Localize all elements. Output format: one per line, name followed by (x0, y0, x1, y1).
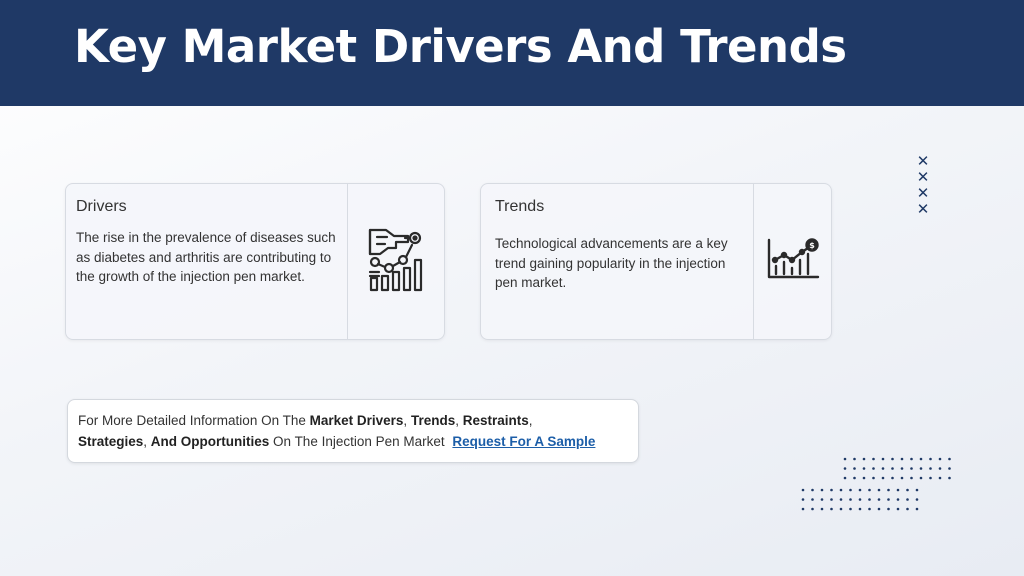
drivers-text: The rise in the prevalence of diseases s… (76, 230, 336, 284)
svg-text:$: $ (809, 241, 815, 250)
drivers-title: Drivers (76, 198, 127, 215)
bar-chart-dollar-icon: $ (766, 238, 820, 285)
info-text: For More Detailed Information On The (78, 413, 310, 428)
dot-grid-decoration (842, 456, 952, 486)
growth-chart-hand-icon (365, 226, 427, 297)
trends-card: Trends Technological advancements are a … (480, 183, 832, 340)
info-text: On The Injection Pen Market (269, 434, 445, 449)
info-callout: For More Detailed Information On The Mar… (67, 399, 639, 463)
request-sample-link[interactable]: Request For A Sample (452, 434, 595, 449)
title-banner: Key Market Drivers And Trends (0, 0, 1024, 106)
cross-icon: ✕ (916, 153, 930, 170)
info-keyword-opportunities: And Opportunities (150, 434, 270, 449)
drivers-card: Drivers The rise in the prevalence of di… (65, 183, 445, 340)
cross-icon: ✕ (916, 201, 930, 218)
info-keyword-trends: Trends (410, 413, 456, 428)
info-keyword-restraints: Restraints (462, 413, 529, 428)
info-keyword-strategies: Strategies (78, 434, 144, 449)
cross-icon: ✕ (916, 169, 930, 186)
drivers-icon-pane (347, 184, 444, 339)
info-keyword-market-drivers: Market Drivers (309, 413, 404, 428)
info-text: , (143, 434, 151, 449)
dot-grid-decoration (800, 487, 922, 517)
trends-title: Trends (495, 198, 545, 215)
cross-icon: ✕ (916, 185, 930, 202)
page-title: Key Market Drivers And Trends (74, 20, 847, 73)
trends-text: Technological advancements are a key tre… (495, 236, 728, 290)
trends-icon-pane: $ (753, 184, 831, 339)
info-text: , (528, 413, 533, 428)
cross-decoration: ✕ ✕ ✕ ✕ (915, 154, 931, 218)
info-text: , (403, 413, 411, 428)
info-text: , (455, 413, 463, 428)
